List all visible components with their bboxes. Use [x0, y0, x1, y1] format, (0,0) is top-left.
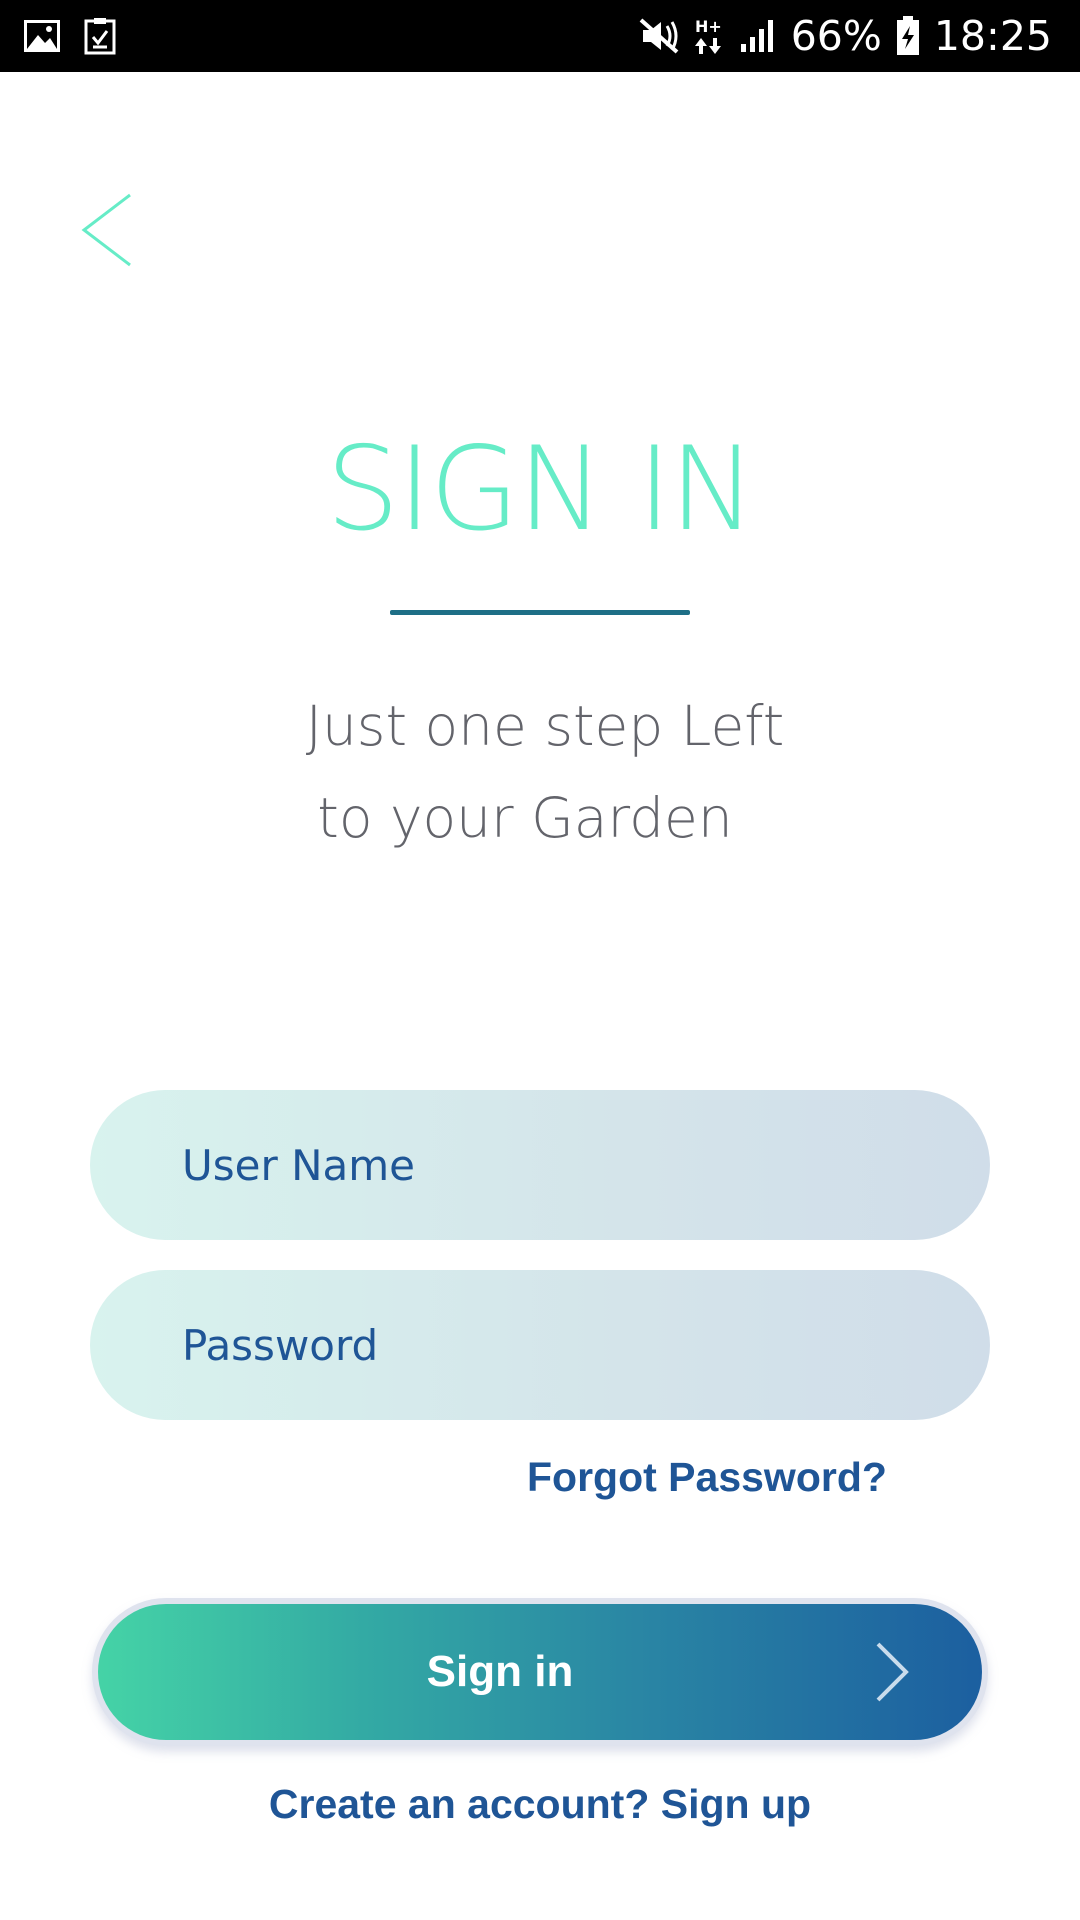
- sign-in-screen: H+ 66% 18:25 SIGN IN Just one step Left …: [0, 0, 1080, 1920]
- sign-in-button[interactable]: Sign in: [98, 1604, 982, 1740]
- signal-icon: [739, 18, 777, 54]
- task-checkbox-icon: [84, 17, 116, 55]
- hplus-data-icon: H+: [694, 16, 725, 56]
- subtitle: Just one step Left to your Garden: [0, 680, 1080, 864]
- password-input[interactable]: [180, 1319, 944, 1371]
- battery-percent: 66%: [790, 12, 882, 60]
- chevron-right-icon: [872, 1640, 912, 1708]
- gallery-icon: [22, 18, 62, 54]
- mute-vibrate-icon: [637, 16, 681, 56]
- status-bar-left: [22, 14, 116, 58]
- clock: 18:25: [933, 12, 1052, 60]
- title-divider: [390, 610, 690, 615]
- username-field[interactable]: [90, 1090, 990, 1240]
- subtitle-line-2: to your Garden: [317, 786, 733, 850]
- page-title: SIGN IN: [325, 422, 756, 557]
- sign-in-button-label: Sign in: [426, 1647, 574, 1696]
- status-bar: H+ 66% 18:25: [0, 0, 1080, 72]
- username-input[interactable]: [180, 1139, 944, 1191]
- sign-in-button-frame: Sign in: [92, 1598, 988, 1746]
- password-field[interactable]: [90, 1270, 990, 1420]
- battery-charging-icon: [896, 16, 920, 56]
- status-bar-right: H+ 66% 18:25: [637, 0, 1052, 72]
- forgot-password-link[interactable]: Forgot Password?: [527, 1454, 887, 1501]
- sign-up-link[interactable]: Create an account? Sign up: [0, 1781, 1080, 1828]
- back-button[interactable]: [70, 185, 140, 275]
- chevron-left-icon: [70, 193, 140, 279]
- subtitle-line-1: Just one step Left: [305, 694, 785, 758]
- svg-text:H+: H+: [695, 17, 722, 36]
